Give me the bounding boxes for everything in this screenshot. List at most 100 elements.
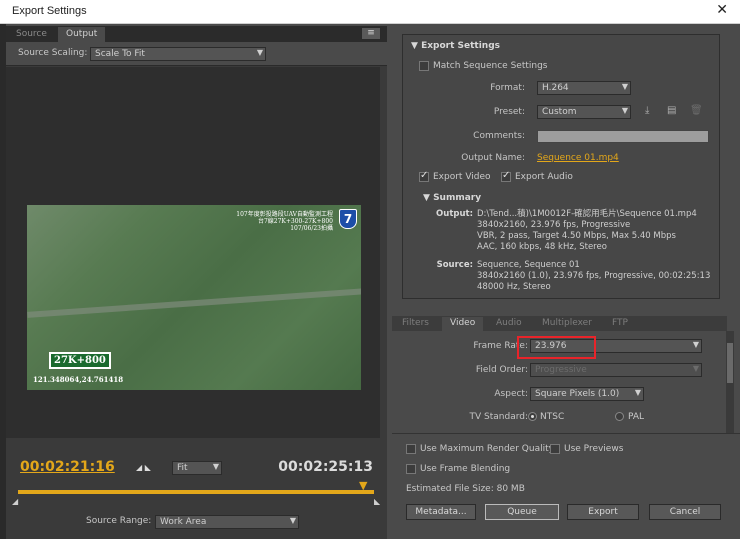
close-icon[interactable]: ✕ [716,2,728,18]
work-area-range-bar[interactable] [18,490,374,494]
aspect-label: Aspect: [494,389,528,399]
panel-menu-icon[interactable]: ≡ [361,27,381,40]
summary-source-text: Sequence, Sequence 01 3840x2160 (1.0), 2… [477,260,711,292]
match-sequence-label: Match Sequence Settings [433,61,548,71]
export-video-checkbox[interactable] [419,170,429,182]
aspect-dropdown[interactable]: Square Pixels (1.0) ▼ [530,387,644,401]
chevron-down-icon: ▼ [256,48,263,57]
field-order-value: Progressive [535,365,587,375]
tab-multiplexer[interactable]: Multiplexer [534,317,600,331]
summary-output-text: D:\Tend...積)\1M0012F-確認用毛片\Sequence 01.m… [477,209,697,252]
overlay-title: 107年度彰投路段UAV自動監測工程 台7線27K+300-27K+800 10… [236,211,333,232]
import-preset-icon[interactable]: ▤ [667,105,676,116]
queue-button[interactable]: Queue [485,504,559,520]
route-shield-icon: 7 [339,209,357,229]
ntsc-radio[interactable] [528,412,537,421]
chevron-down-icon: ▼ [692,364,699,373]
output-name-label: Output Name: [461,153,525,163]
chevron-down-icon: ▼ [634,388,641,397]
metadata-button[interactable]: Metadata... [406,504,476,520]
max-render-checkbox[interactable] [406,444,416,454]
preset-dropdown[interactable]: Custom ▼ [537,105,631,119]
chevron-down-icon: ▼ [289,516,296,525]
road-image [27,288,361,318]
tab-source[interactable]: Source [8,27,55,42]
title-bar: Export Settings ✕ [0,0,740,24]
pal-radio[interactable] [615,412,624,421]
source-scaling-label: Source Scaling: [18,48,88,58]
preset-label: Preset: [493,107,525,117]
source-range-label: Source Range: [86,516,152,526]
settings-panel: ▼ Export Settings Match Sequence Setting… [392,26,740,539]
chevron-down-icon: ▼ [621,106,628,115]
export-audio-label: Export Audio [515,172,573,182]
chevron-down-icon: ▼ [212,462,219,471]
tab-audio[interactable]: Audio [488,317,530,331]
video-preview-area: 107年度彰投路段UAV自動監測工程 台7線27K+300-27K+800 10… [6,67,380,467]
frame-blending-label: Use Frame Blending [420,464,511,474]
pal-label: PAL [628,412,645,422]
comments-label: Comments: [473,131,525,141]
settings-tabs: Filters Video Audio Multiplexer FTP [392,316,727,331]
format-dropdown[interactable]: H.264 ▼ [537,81,631,95]
bottom-options: Use Maximum Render Quality Use Previews … [392,433,740,539]
preview-horizontal-scrollbar[interactable] [6,438,387,445]
coordinates: 121.348064,24.761418 [33,375,124,384]
max-render-label: Use Maximum Render Quality [420,444,554,454]
end-timecode: 00:02:25:13 [278,459,373,475]
tv-standard-label: TV Standard: [469,412,529,422]
use-previews-checkbox[interactable] [550,444,560,454]
timeline-bar: 00:02:21:16 ◢ ◣ Fit ▼ 00:02:25:13 ▼ ◢ ◣ … [6,445,387,539]
source-scaling-value: Scale To Fit [95,49,145,59]
export-button[interactable]: Export [567,504,639,520]
current-timecode[interactable]: 00:02:21:16 [20,459,115,475]
tab-video[interactable]: Video [442,317,484,331]
frame-blending-checkbox[interactable] [406,464,416,474]
save-preset-icon[interactable]: ⤓ [645,105,649,116]
tab-ftp[interactable]: FTP [604,317,636,331]
export-settings-section: ▼ Export Settings Match Sequence Setting… [402,34,720,299]
format-value: H.264 [542,83,569,93]
chevron-down-icon: ▼ [692,340,699,349]
source-output-tabs: Source Output ≡ [6,26,387,42]
frame-rate-highlight-box [517,336,596,359]
estimated-file-size: Estimated File Size: 80 MB [406,484,525,494]
summary-source-label: Source: [436,260,473,270]
zoom-value: Fit [177,463,188,473]
summary-output-label: Output: [436,209,473,219]
tab-filters[interactable]: Filters [394,317,437,331]
range-end-handle-icon[interactable]: ◣ [374,497,380,506]
scrollbar-thumb[interactable] [727,343,733,383]
match-sequence-checkbox[interactable] [419,61,429,71]
use-previews-label: Use Previews [564,444,624,454]
ntsc-label: NTSC [540,412,565,422]
export-settings-header[interactable]: ▼ Export Settings [411,41,500,51]
aspect-value: Square Pixels (1.0) [535,389,620,399]
preview-vertical-scrollbar[interactable] [380,67,387,467]
video-settings-scrollbar[interactable] [726,331,734,433]
comments-input[interactable] [537,130,709,143]
window-title: Export Settings [12,5,87,17]
source-range-value: Work Area [160,517,207,527]
export-audio-checkbox[interactable] [501,170,511,182]
delete-preset-icon[interactable]: 🗑 [690,105,703,116]
frame-rate-label: Frame Rate: [473,341,528,351]
range-start-handle-icon[interactable]: ◢ [12,497,18,506]
field-order-label: Field Order: [475,365,528,375]
mark-in-out-icons[interactable]: ◢ ◣ [136,463,151,472]
chevron-down-icon: ▼ [621,82,628,91]
output-name-link[interactable]: Sequence 01.mp4 [537,153,619,163]
tab-output[interactable]: Output [58,27,106,42]
source-range-dropdown[interactable]: Work Area ▼ [155,515,299,529]
km-marker: 27K+800 [49,352,111,369]
zoom-dropdown[interactable]: Fit ▼ [172,461,222,475]
field-order-dropdown[interactable]: Progressive ▼ [530,363,702,377]
format-label: Format: [490,83,525,93]
source-scaling-row: Source Scaling: Scale To Fit ▼ [6,42,387,66]
export-settings-window: Export Settings ✕ Source Output ≡ Source… [0,0,740,539]
preset-value: Custom [542,107,577,117]
preview-panel: Source Output ≡ Source Scaling: Scale To… [6,26,387,539]
summary-header[interactable]: ▼ Summary [423,193,481,203]
cancel-button[interactable]: Cancel [649,504,721,520]
source-scaling-dropdown[interactable]: Scale To Fit ▼ [90,47,266,61]
